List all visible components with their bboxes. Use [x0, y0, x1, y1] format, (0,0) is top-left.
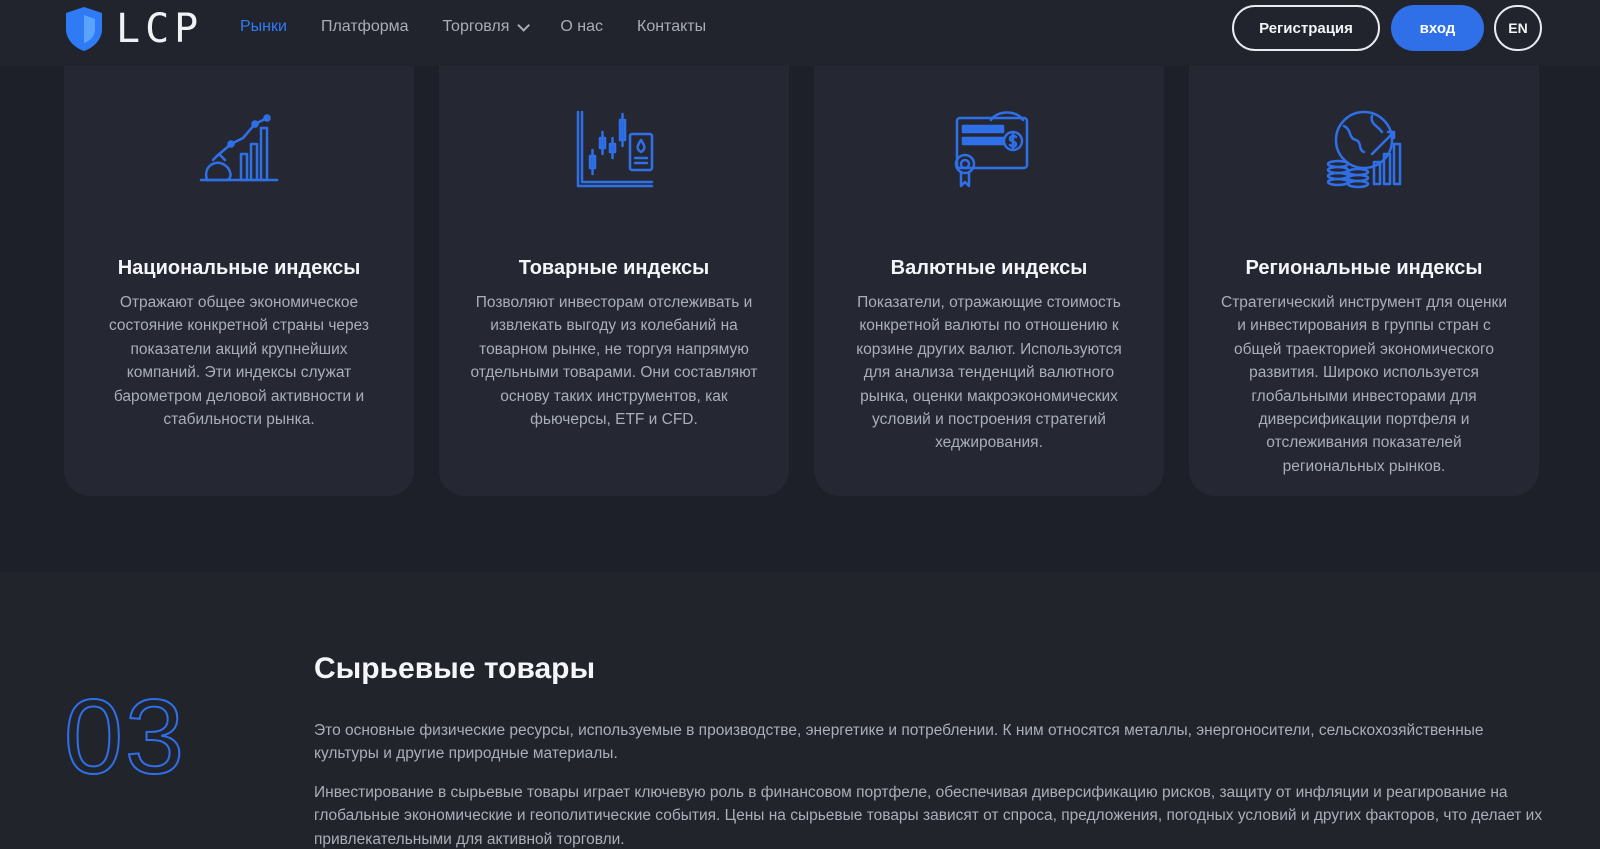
card-title: Товарные индексы	[518, 257, 710, 279]
card-title: Национальные индексы	[117, 257, 361, 279]
nav-item-markets[interactable]: Рынки	[240, 18, 287, 36]
currency-certificate-icon	[954, 111, 1029, 188]
card-text: Показатели, отражающие стоимость конкрет…	[856, 294, 1122, 452]
nav-item-contacts[interactable]: Контакты	[637, 18, 706, 36]
candlestick-chart-icon	[576, 110, 654, 188]
card-text: Отражают общее экономическое состояние к…	[108, 294, 370, 429]
shield-logo-icon	[66, 7, 102, 51]
card-commodity-indices: Товарные индексы Позволяют инвесторам от…	[439, 40, 789, 496]
section-paragraph-2: Инвестирование в сырьевые товары играет …	[314, 784, 1543, 848]
card-text: Позволяют инвесторам отслеживать и извле…	[470, 294, 758, 429]
chart-growth-icon	[199, 114, 279, 182]
login-button[interactable]: вход	[1391, 5, 1484, 51]
logo[interactable]: LCP	[62, 5, 203, 53]
chevron-down-icon	[517, 18, 531, 32]
logo-text: LCP	[116, 6, 204, 52]
language-button[interactable]: EN	[1494, 5, 1542, 51]
register-button[interactable]: Регистрация	[1232, 5, 1380, 51]
section-title: Сырьевые товары	[314, 652, 596, 685]
nav-item-about[interactable]: О нас	[560, 18, 603, 36]
main-nav: Рынки Платформа Торговля О нас Контакты	[240, 18, 706, 36]
section-number: 03	[63, 678, 186, 796]
nav-item-platform[interactable]: Платформа	[321, 18, 409, 36]
card-regional-indices: Региональные индексы Стратегический инст…	[1189, 40, 1539, 496]
nav-item-trading[interactable]: Торговля	[442, 18, 531, 36]
nav-item-trading-label: Торговля	[442, 18, 510, 35]
commodities-section: 03 Сырьевые товары Это основные физическ…	[0, 572, 1600, 849]
card-text: Стратегический инструмент для оценки и и…	[1221, 294, 1507, 475]
top-navbar: LCP Рынки Платформа Торговля О нас Конта…	[0, 0, 1600, 66]
globe-coins-icon	[1326, 110, 1402, 189]
section-paragraph-1: Это основные физические ресурсы, использ…	[314, 722, 1484, 763]
card-currency-indices: Валютные индексы Показатели, отражающие …	[814, 40, 1164, 496]
card-title: Региональные индексы	[1245, 257, 1483, 279]
card-title: Валютные индексы	[890, 257, 1088, 279]
card-national-indices: Национальные индексы Отражают общее экон…	[64, 40, 414, 496]
